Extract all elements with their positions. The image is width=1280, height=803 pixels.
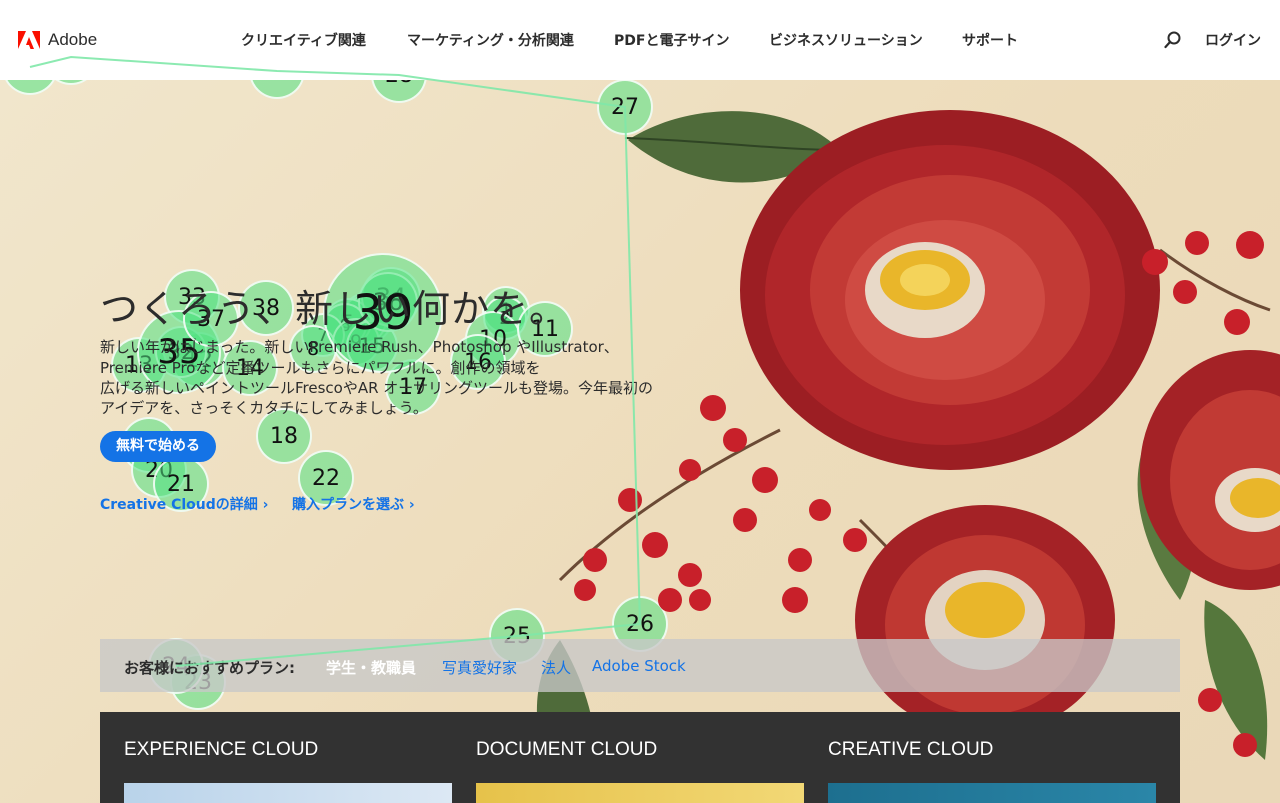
plan-photography[interactable]: 写真愛好家 bbox=[442, 657, 517, 678]
document-cloud-thumbnail[interactable] bbox=[476, 783, 804, 803]
hero-body-line: アイデアを、さっそくカタチにしてみましょう。 bbox=[100, 399, 428, 417]
experience-cloud-title[interactable]: EXPERIENCE CLOUD bbox=[124, 739, 318, 761]
creative-cloud-thumbnail[interactable] bbox=[828, 783, 1156, 803]
login-link[interactable]: ログイン bbox=[1205, 30, 1261, 50]
nav-pdf-esign[interactable]: PDFと電子サイン bbox=[614, 30, 729, 50]
plan-student-teacher[interactable]: 学生・教職員 bbox=[326, 657, 416, 678]
nav-business[interactable]: ビジネスソリューション bbox=[769, 30, 923, 50]
recommended-plans-label: お客様におすすめプラン: bbox=[124, 659, 295, 677]
clouds-panel: EXPERIENCE CLOUD DOCUMENT CLOUD CREATIVE… bbox=[100, 712, 1180, 803]
hero-body-line: 広げる新しいペイントツールFrescoやAR オーサリングツールも登場。今年最初… bbox=[100, 379, 653, 397]
nav-support[interactable]: サポート bbox=[962, 30, 1018, 50]
hero-body-line: Premiere Proなど定番ツールもさらにパワフルに。創作の領域を bbox=[100, 359, 541, 377]
logo-text: Adobe bbox=[48, 30, 98, 49]
creative-cloud-title[interactable]: CREATIVE CLOUD bbox=[828, 739, 993, 761]
choose-plan-link[interactable]: 購入プランを選ぶ › bbox=[292, 494, 415, 514]
search-icon[interactable] bbox=[1164, 31, 1182, 49]
document-cloud-title[interactable]: DOCUMENT CLOUD bbox=[476, 739, 657, 761]
recommended-plans-bar: お客様におすすめプラン: 学生・教職員 写真愛好家 法人 Adobe Stock bbox=[100, 639, 1180, 692]
nav-marketing[interactable]: マーケティング・分析関連 bbox=[407, 30, 574, 50]
hero-headline: つくろう、新しい何かを。 bbox=[100, 287, 569, 331]
hero-body-line: 新しい年がはじまった。新しいPremiere Rush、Photoshop やI… bbox=[100, 338, 619, 356]
adobe-logo[interactable]: Adobe bbox=[18, 30, 97, 50]
plan-business[interactable]: 法人 bbox=[541, 657, 571, 678]
creative-cloud-details-link[interactable]: Creative Cloudの詳細 › bbox=[100, 494, 268, 514]
nav-creative[interactable]: クリエイティブ関連 bbox=[241, 30, 366, 50]
adobe-logo-icon bbox=[18, 31, 40, 49]
free-trial-button[interactable]: 無料で始める bbox=[100, 431, 216, 462]
plan-adobe-stock[interactable]: Adobe Stock bbox=[592, 657, 686, 675]
experience-cloud-thumbnail[interactable] bbox=[124, 783, 452, 803]
top-navigation: Adobe クリエイティブ関連 マーケティング・分析関連 PDFと電子サイン ビ… bbox=[0, 0, 1280, 80]
